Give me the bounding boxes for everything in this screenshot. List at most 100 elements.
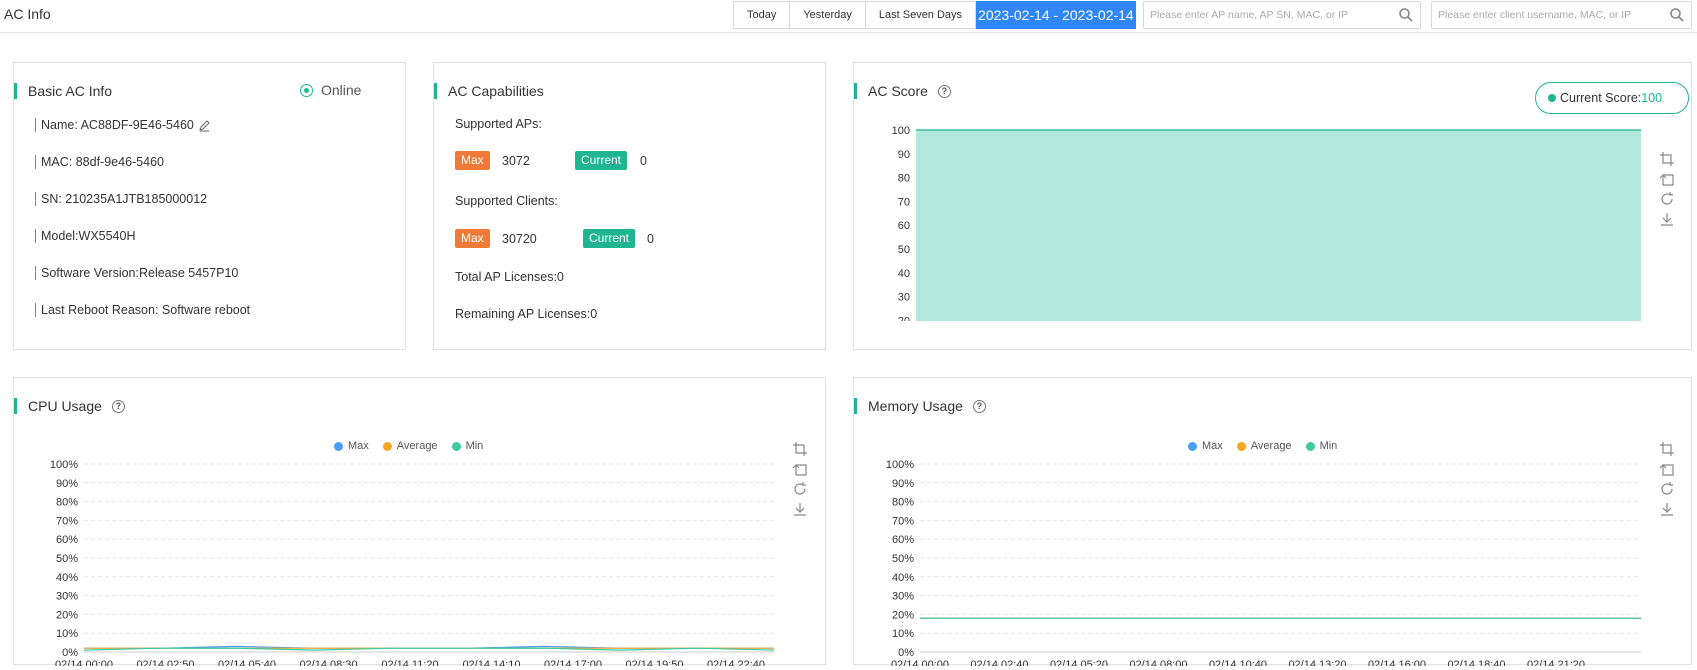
download-icon[interactable] bbox=[1659, 211, 1675, 227]
aps-max-value: 3072 bbox=[502, 154, 530, 168]
ac-capabilities-panel: AC Capabilities Supported APs: Max 3072 … bbox=[433, 62, 826, 350]
memory-usage-chart: 0% 10% 20% 30% 40% 50% 60% 70% 80% 90% 100% 02/14 0… bbox=[886, 459, 1641, 666]
basic-ac-info-panel: Basic AC Info Online Name: AC88DF-9E46-5… bbox=[13, 62, 406, 350]
cpu-legend: Max Average Min bbox=[334, 440, 483, 452]
x-tick-label: 02/14 14:10 bbox=[462, 659, 520, 666]
ap-search-input[interactable]: Please enter AP name, AP SN, MAC, or IP bbox=[1143, 1, 1421, 29]
undo-zoom-icon[interactable] bbox=[1659, 171, 1675, 187]
ac-mac: MAC: 88df-9e46-5460 bbox=[35, 155, 164, 169]
legend-min[interactable]: Min bbox=[451, 440, 483, 452]
current-score-badge: Current Score:100 bbox=[1535, 82, 1689, 114]
online-dot-icon bbox=[300, 83, 313, 97]
area-fill bbox=[916, 130, 1641, 321]
last-seven-days-button[interactable]: Last Seven Days bbox=[865, 1, 977, 29]
date-range-selector: Today Yesterday Last Seven Days 2023-02-… bbox=[733, 1, 1136, 29]
ac-last-reboot-reason: Last Reboot Reason: Software reboot bbox=[35, 303, 250, 317]
crop-icon[interactable] bbox=[792, 441, 808, 457]
legend-max[interactable]: Max bbox=[1188, 440, 1223, 452]
aps-current-value: 0 bbox=[640, 154, 647, 168]
refresh-icon[interactable] bbox=[1659, 481, 1675, 497]
memory-legend: Max Average Min bbox=[1188, 440, 1337, 452]
y-tick-label: 40% bbox=[892, 572, 914, 584]
download-icon[interactable] bbox=[1659, 501, 1675, 517]
legend-max[interactable]: Max bbox=[334, 440, 369, 452]
y-tick-label: 10% bbox=[56, 628, 78, 640]
search-icon[interactable] bbox=[1669, 7, 1685, 23]
x-tick-label: 02/14 17:00 bbox=[544, 659, 602, 666]
x-tick-label: 02/14 05:40 bbox=[218, 659, 276, 666]
aps-max-tag: Max bbox=[455, 151, 490, 170]
page-title: AC Info bbox=[4, 6, 51, 22]
memory-usage-panel: Memory Usage? Max Average Min 0% 10% 20% 30… bbox=[853, 377, 1692, 666]
y-tick-label: 80% bbox=[56, 497, 78, 509]
refresh-icon[interactable] bbox=[792, 481, 808, 497]
search-icon[interactable] bbox=[1398, 7, 1414, 23]
today-button[interactable]: Today bbox=[733, 1, 791, 29]
x-tick-label: 02/14 21:20 bbox=[1527, 659, 1585, 666]
crop-icon[interactable] bbox=[1659, 151, 1675, 167]
ac-name-row: Name: AC88DF-9E46-5460 bbox=[35, 118, 211, 132]
y-tick-label: 80% bbox=[892, 497, 914, 509]
ac-software-version: Software Version:Release 5457P10 bbox=[35, 266, 238, 280]
help-icon[interactable]: ? bbox=[937, 84, 951, 98]
series-line-min bbox=[83, 647, 775, 651]
x-tick-label: 02/14 10:40 bbox=[1209, 659, 1267, 666]
help-icon[interactable]: ? bbox=[111, 399, 125, 413]
y-tick-label: 20% bbox=[56, 609, 78, 621]
cpu-usage-chart: 0% 10% 20% 30% 40% 50% 60% 70% 80% 90% 100% 02/14 0… bbox=[50, 459, 775, 666]
legend-average[interactable]: Average bbox=[1236, 440, 1292, 452]
x-tick-label: 02/14 02:40 bbox=[970, 659, 1028, 666]
ac-capabilities-title: AC Capabilities bbox=[434, 83, 544, 99]
y-tick-label: 10% bbox=[892, 628, 914, 640]
y-tick-label: 100% bbox=[886, 459, 914, 471]
y-tick-label: 20 bbox=[898, 315, 910, 321]
supported-clients-label: Supported Clients: bbox=[455, 194, 558, 208]
download-icon[interactable] bbox=[792, 501, 808, 517]
x-tick-label: 02/14 08:30 bbox=[299, 659, 357, 666]
yesterday-button[interactable]: Yesterday bbox=[790, 1, 866, 29]
client-search-input[interactable]: Please enter client username, MAC, or IP bbox=[1431, 1, 1692, 29]
total-ap-licenses: Total AP Licenses:0 bbox=[455, 270, 564, 284]
ap-search-placeholder: Please enter AP name, AP SN, MAC, or IP bbox=[1150, 9, 1349, 21]
x-tick-label: 02/14 00:00 bbox=[891, 659, 949, 666]
refresh-icon[interactable] bbox=[1659, 191, 1675, 207]
y-tick-label: 60 bbox=[898, 220, 910, 232]
y-tick-label: 100% bbox=[50, 459, 78, 471]
undo-zoom-icon[interactable] bbox=[1659, 461, 1675, 477]
ac-sn: SN: 210235A1JTB185000012 bbox=[35, 192, 207, 206]
y-tick-label: 50% bbox=[56, 553, 78, 565]
client-search-placeholder: Please enter client username, MAC, or IP bbox=[1438, 9, 1632, 21]
ac-score-title: AC Score? bbox=[854, 83, 951, 99]
edit-pencil-icon[interactable] bbox=[198, 119, 211, 132]
clients-current-tag: Current bbox=[583, 229, 636, 248]
clients-current-value: 0 bbox=[647, 232, 654, 246]
y-tick-label: 30% bbox=[892, 591, 914, 603]
y-tick-label: 90 bbox=[898, 149, 910, 161]
x-tick-label: 02/14 05:20 bbox=[1050, 659, 1108, 666]
date-range-picker[interactable]: 2023-02-14 - 2023-02-14 bbox=[976, 1, 1136, 29]
x-tick-label: 02/14 02:50 bbox=[136, 659, 194, 666]
y-tick-label: 70 bbox=[898, 196, 910, 208]
help-icon[interactable]: ? bbox=[972, 399, 986, 413]
undo-zoom-icon[interactable] bbox=[792, 461, 808, 477]
legend-min[interactable]: Min bbox=[1305, 440, 1337, 452]
y-tick-label: 100 bbox=[892, 125, 910, 137]
y-tick-label: 70% bbox=[892, 515, 914, 527]
cpu-usage-panel: CPU Usage? Max Average Min 0% 10% 20% 30% 40… bbox=[13, 377, 826, 666]
y-tick-label: 60% bbox=[892, 534, 914, 546]
y-tick-label: 80 bbox=[898, 173, 910, 185]
status-text: Online bbox=[321, 82, 362, 98]
supported-aps-label: Supported APs: bbox=[455, 117, 542, 131]
memory-usage-title: Memory Usage? bbox=[854, 398, 986, 414]
clients-max-tag: Max bbox=[455, 229, 490, 248]
ac-score-chart: 010203040506070809010002/14 00:0002/14 0… bbox=[892, 125, 1641, 321]
y-tick-label: 60% bbox=[56, 534, 78, 546]
basic-ac-info-title: Basic AC Info bbox=[14, 83, 112, 99]
aps-current-tag: Current bbox=[575, 151, 628, 170]
x-tick-label: 02/14 16:00 bbox=[1368, 659, 1426, 666]
legend-average[interactable]: Average bbox=[382, 440, 438, 452]
x-tick-label: 02/14 19:50 bbox=[625, 659, 683, 666]
y-tick-label: 40% bbox=[56, 572, 78, 584]
crop-icon[interactable] bbox=[1659, 441, 1675, 457]
x-tick-label: 02/14 00:00 bbox=[55, 659, 113, 666]
